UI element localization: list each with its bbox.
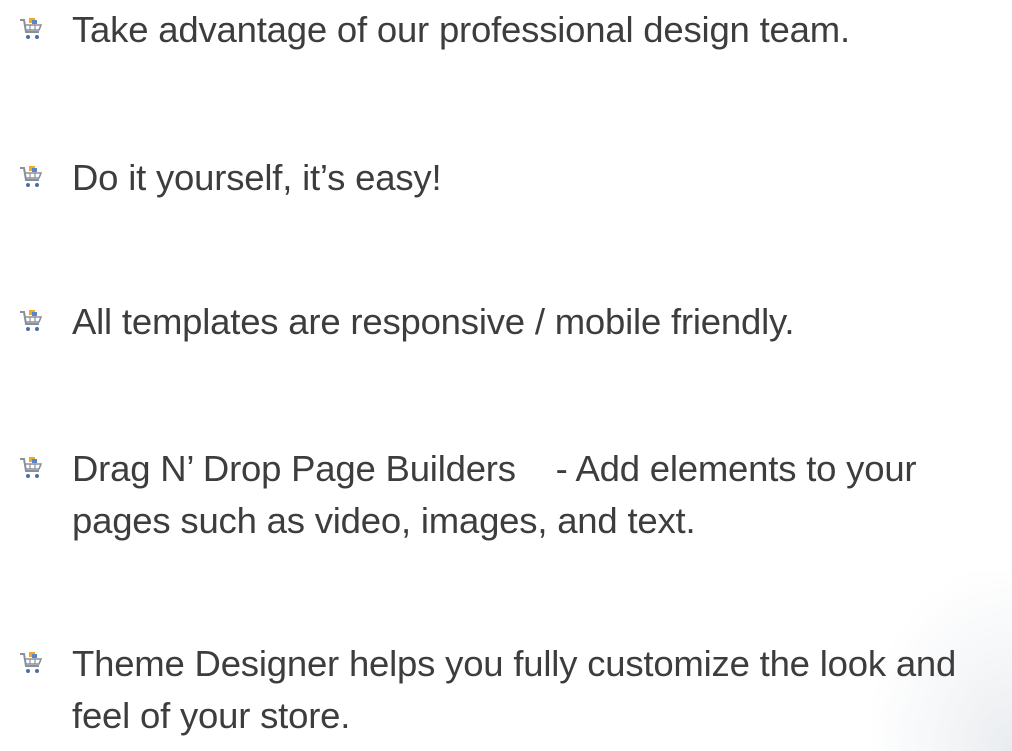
list-item: Drag N’ Drop Page Builders - Add element… (18, 443, 1003, 547)
list-item: Do it yourself, it’s easy! (18, 152, 1003, 204)
list-item-text: Theme Designer helps you fully customize… (72, 643, 967, 736)
shopping-cart-icon (20, 652, 43, 673)
list-item: Take advantage of our professional desig… (18, 4, 1003, 56)
shopping-cart-icon (20, 166, 43, 187)
list-item: All templates are responsive / mobile fr… (18, 296, 1003, 348)
list-item-text: Drag N’ Drop Page Builders - Add element… (72, 448, 927, 541)
list-item-text: Take advantage of our professional desig… (72, 9, 850, 50)
shopping-cart-icon (20, 18, 43, 39)
shopping-cart-icon (20, 310, 43, 331)
list-item-text: All templates are responsive / mobile fr… (72, 301, 795, 342)
list-item-text: Do it yourself, it’s easy! (72, 157, 442, 198)
list-item: Theme Designer helps you fully customize… (18, 638, 1003, 742)
shopping-cart-icon (20, 457, 43, 478)
